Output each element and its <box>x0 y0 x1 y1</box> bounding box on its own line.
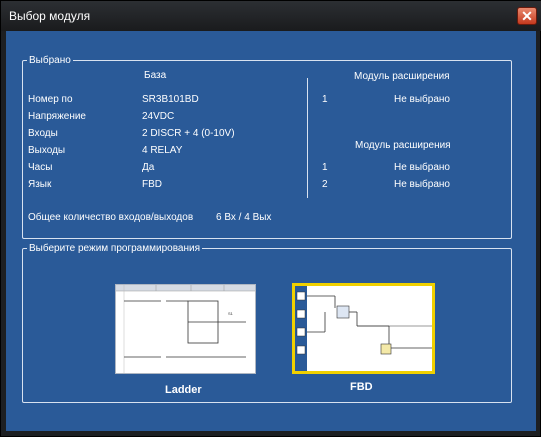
title-bar[interactable]: Выбор модуля ✕ <box>1 1 541 31</box>
fbd-diagram-preview <box>295 286 432 371</box>
expansion2-header: Модуль расширения <box>355 140 451 151</box>
row-label-outputs: Выходы <box>28 145 66 156</box>
expansion1-item-value: Не выбрано <box>394 94 450 105</box>
window-title: Выбор модуля <box>9 9 91 23</box>
expansion2-item1-num: 1 <box>322 162 328 173</box>
module-select-dialog: Выбор модуля ✕ Выбрано База Номер по SR3… <box>0 0 541 437</box>
svg-text:S1: S1 <box>228 311 234 316</box>
total-io-value: 6 Вх / 4 Вых <box>216 212 272 223</box>
expansion1-header: Модуль расширения <box>354 71 450 82</box>
selected-group: Выбрано База Номер по SR3B101BD Напряжен… <box>22 55 512 239</box>
ladder-label[interactable]: Ladder <box>165 384 202 396</box>
expansion2-item2-value: Не выбрано <box>394 179 450 190</box>
row-label-clock: Часы <box>28 162 53 173</box>
programming-mode-legend: Выберите режим программирования <box>29 243 200 254</box>
expansion2-item2-num: 2 <box>322 179 328 190</box>
base-header: База <box>144 70 167 81</box>
total-io-label: Общее количество входов/выходов <box>28 212 194 223</box>
column-divider <box>307 78 308 198</box>
fbd-label[interactable]: FBD <box>350 381 373 393</box>
row-value-outputs: 4 RELAY <box>142 145 183 156</box>
row-label-voltage: Напряжение <box>28 111 86 122</box>
row-value-clock: Да <box>142 162 155 173</box>
programming-mode-group: Выберите режим программирования S1 Ladde… <box>22 243 512 403</box>
ladder-diagram-preview: S1 <box>116 285 255 373</box>
ladder-option[interactable]: S1 <box>115 284 256 374</box>
row-label-inputs: Входы <box>28 128 58 139</box>
row-value-inputs: 2 DISCR + 4 (0-10V) <box>142 128 235 139</box>
dialog-body: Выбрано База Номер по SR3B101BD Напряжен… <box>6 31 536 431</box>
row-value-language: FBD <box>142 179 162 190</box>
row-value-part-number: SR3B101BD <box>142 94 199 105</box>
fbd-option[interactable] <box>292 283 435 374</box>
selected-legend: Выбрано <box>29 55 71 66</box>
row-label-part-number: Номер по <box>28 94 73 105</box>
row-label-language: Язык <box>28 179 52 190</box>
row-value-voltage: 24VDC <box>142 111 175 122</box>
expansion1-item-num: 1 <box>322 94 328 105</box>
expansion2-item1-value: Не выбрано <box>394 162 450 173</box>
close-button[interactable]: ✕ <box>517 7 537 25</box>
close-icon: ✕ <box>521 8 533 24</box>
